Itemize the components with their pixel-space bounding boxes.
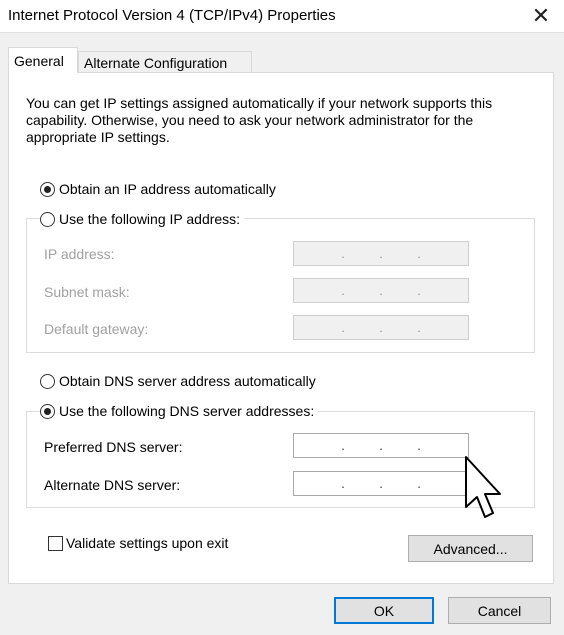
mouse-pointer-icon	[465, 456, 501, 518]
close-icon: ✕	[531, 3, 551, 28]
ip-address-field[interactable]: ...	[293, 241, 469, 266]
ip-manual-label: Use the following IP address:	[59, 211, 241, 227]
dns-auto-radio[interactable]	[40, 373, 55, 389]
title-bar: Internet Protocol Version 4 (TCP/IPv4) P…	[0, 0, 564, 33]
cancel-button-label: Cancel	[477, 602, 522, 619]
preferred-dns-label: Preferred DNS server:	[44, 439, 183, 455]
window-title: Internet Protocol Version 4 (TCP/IPv4) P…	[8, 7, 336, 24]
alternate-dns-field[interactable]: ...	[293, 471, 469, 496]
dns-auto-option[interactable]: Obtain DNS server address automatically	[40, 373, 316, 389]
ip-auto-radio[interactable]	[40, 181, 55, 197]
subnet-mask-label: Subnet mask:	[44, 284, 130, 300]
tab-alternate-configuration[interactable]: Alternate Configuration	[78, 51, 252, 73]
ip-auto-option[interactable]: Obtain an IP address automatically	[40, 181, 276, 197]
ip-manual-option[interactable]: Use the following IP address:	[40, 211, 245, 227]
alternate-dns-label: Alternate DNS server:	[44, 477, 181, 493]
preferred-dns-field[interactable]: ...	[293, 433, 469, 458]
validate-checkbox[interactable]	[48, 536, 63, 551]
dns-auto-label: Obtain DNS server address automatically	[59, 373, 316, 389]
validate-label: Validate settings upon exit	[66, 535, 229, 551]
tab-general-label: General	[14, 53, 64, 69]
dns-manual-radio[interactable]	[40, 403, 55, 419]
default-gateway-field[interactable]: ...	[293, 315, 469, 340]
dns-manual-label: Use the following DNS server addresses:	[59, 403, 315, 419]
ok-button[interactable]: OK	[334, 597, 434, 624]
default-gateway-label: Default gateway:	[44, 321, 149, 337]
ip-auto-label: Obtain an IP address automatically	[59, 181, 276, 197]
intro-text: You can get IP settings assigned automat…	[26, 95, 493, 145]
ok-button-label: OK	[373, 602, 395, 619]
ip-address-label: IP address:	[44, 246, 115, 262]
tab-general[interactable]: General	[8, 47, 78, 73]
advanced-button[interactable]: Advanced...	[408, 535, 533, 562]
ip-manual-radio[interactable]	[40, 211, 55, 227]
tab-alternate-configuration-label: Alternate Configuration	[84, 55, 228, 71]
dns-manual-option[interactable]: Use the following DNS server addresses:	[40, 403, 319, 419]
close-button[interactable]: ✕	[518, 0, 564, 32]
subnet-mask-field[interactable]: ...	[293, 278, 469, 303]
advanced-button-label: Advanced...	[433, 540, 508, 557]
cancel-button[interactable]: Cancel	[448, 597, 551, 624]
